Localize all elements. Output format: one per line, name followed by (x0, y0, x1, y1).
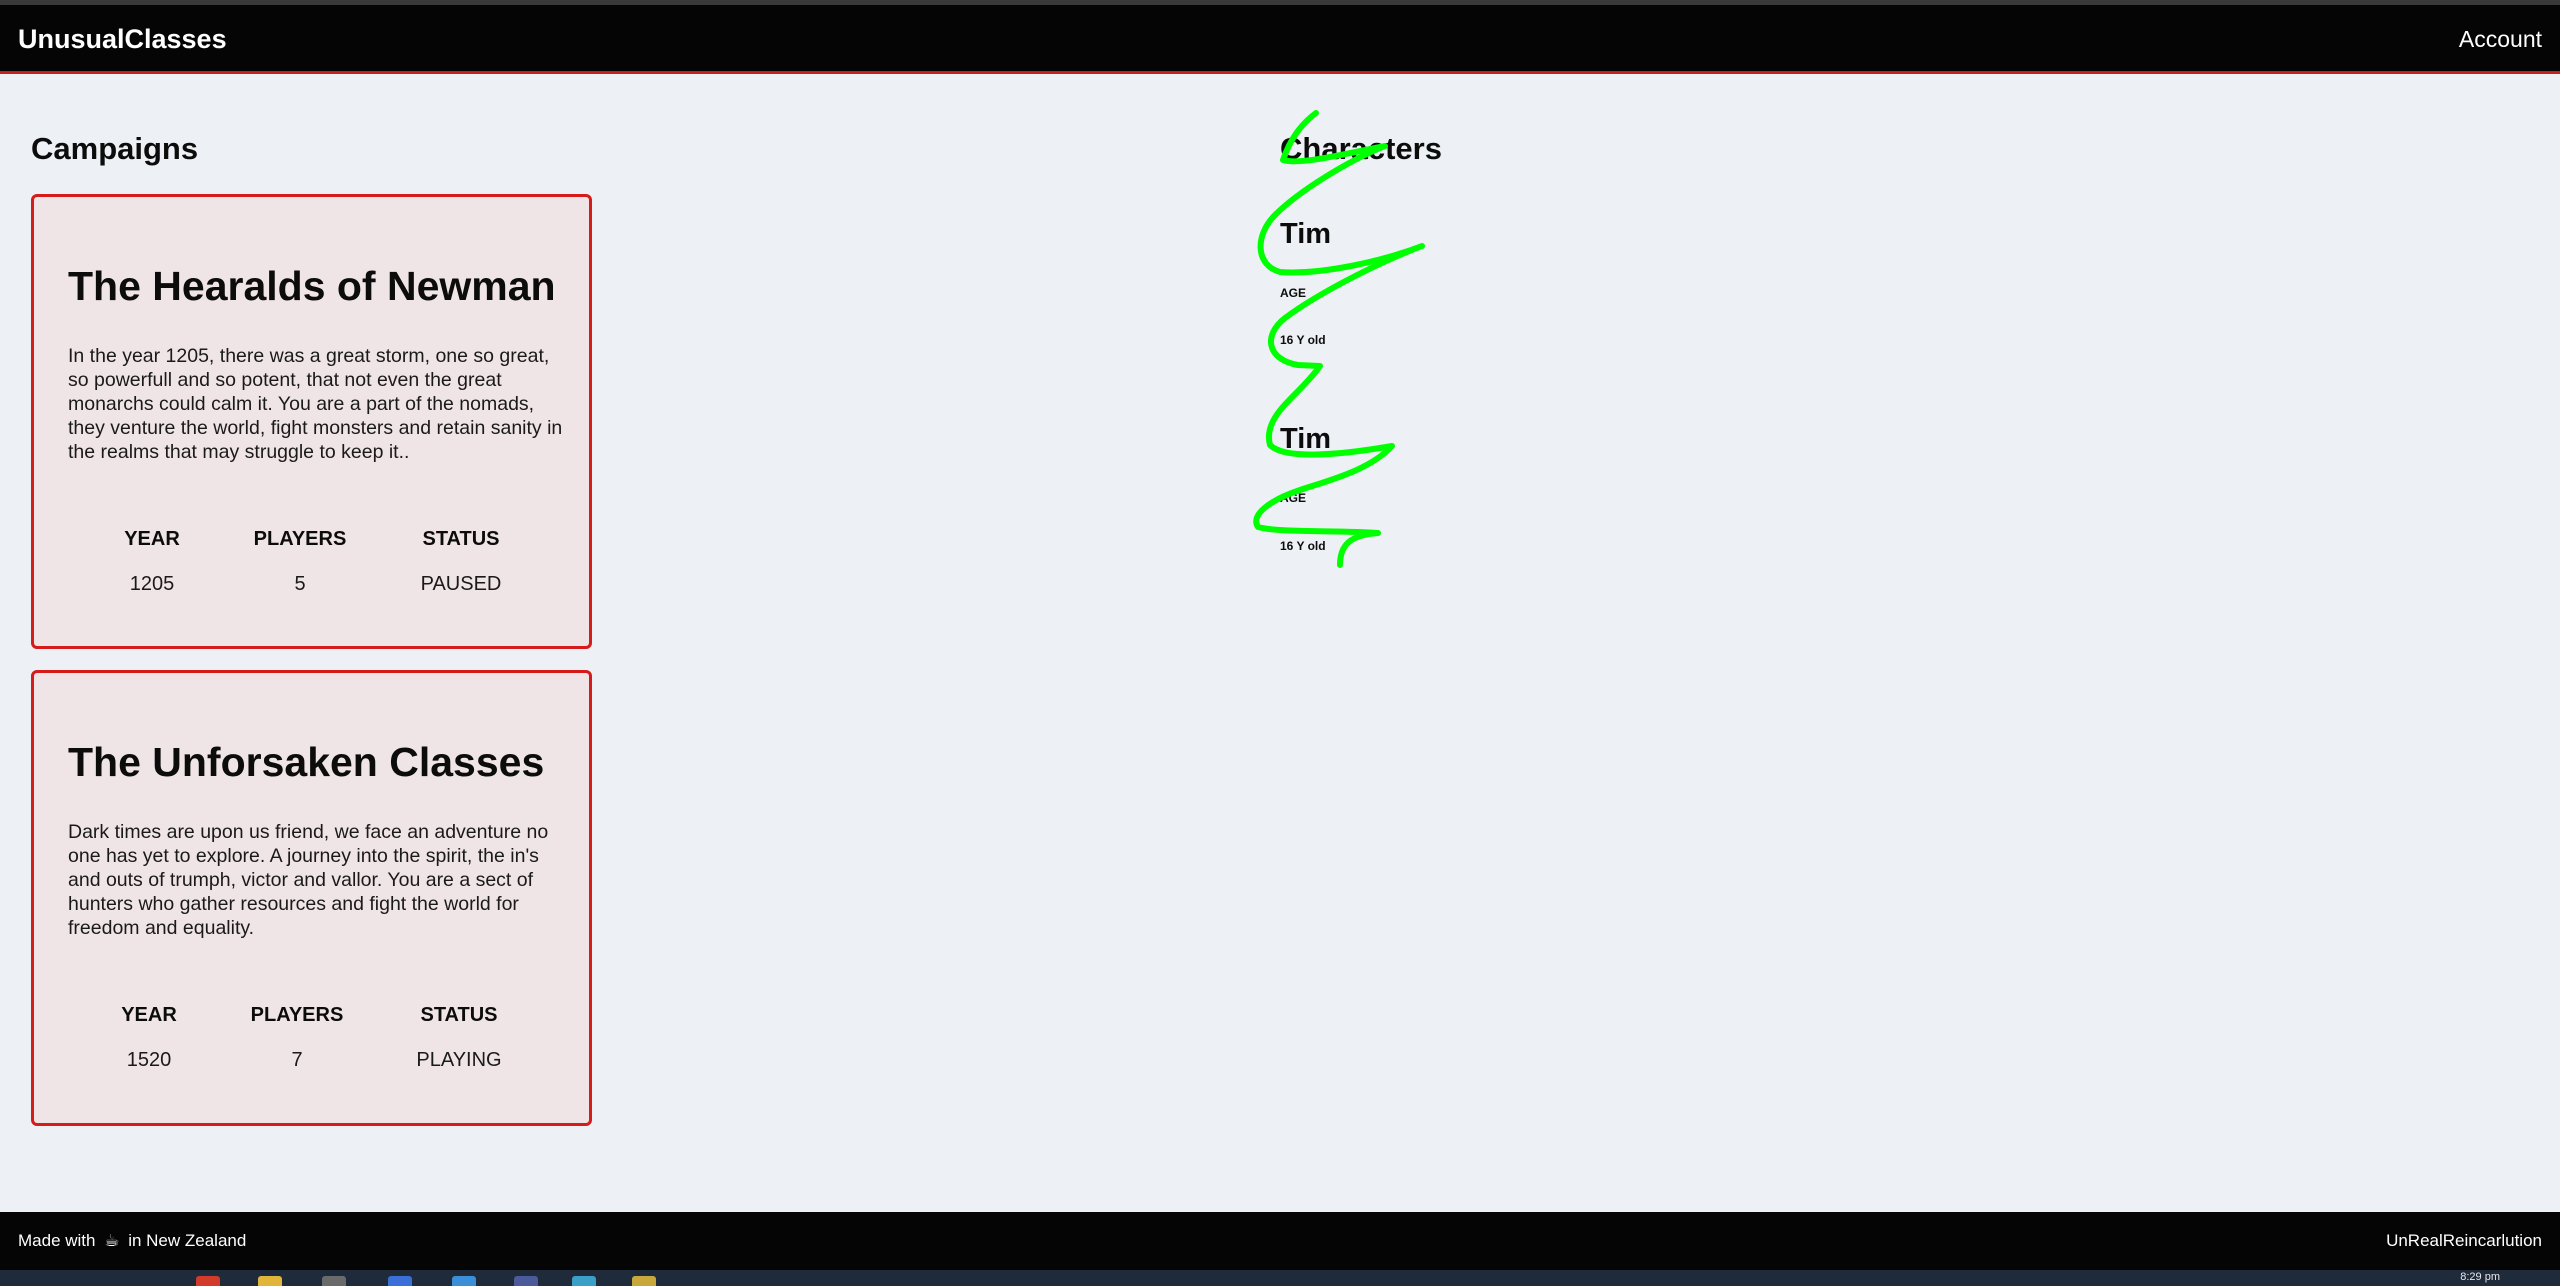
site-header: UnusualClasses Account (0, 5, 2560, 74)
location-label: in New Zealand (128, 1231, 247, 1250)
year-value: 1205 (129, 573, 175, 595)
players-label: PLAYERS (250, 1004, 344, 1026)
character-age-label: AGE (1280, 286, 1307, 300)
app-taskbar-icon[interactable] (632, 1276, 656, 1286)
coffee-icon: ☕ (104, 1231, 120, 1250)
campaign-card[interactable]: The Hearalds of Newman In the year 1205,… (31, 194, 592, 649)
character-age-value: 16 Y old (1280, 333, 1326, 347)
made-with-label: Made with (18, 1231, 96, 1250)
browser-taskbar-icon[interactable] (196, 1276, 220, 1286)
campaign-description: In the year 1205, there was a great stor… (68, 345, 563, 463)
status-label: STATUS (422, 528, 500, 550)
players-value: 7 (291, 1049, 303, 1071)
app-taskbar-icon[interactable] (322, 1276, 346, 1286)
site-footer: Made with ☕ in New Zealand UnRealReincar… (0, 1212, 2560, 1270)
players-label: PLAYERS (253, 528, 347, 550)
account-link[interactable]: Account (2459, 26, 2542, 53)
app-taskbar-icon[interactable] (452, 1276, 476, 1286)
character-age-label: AGE (1280, 491, 1307, 505)
folder-taskbar-icon[interactable] (258, 1276, 282, 1286)
year-label: YEAR (124, 528, 180, 550)
character-name: Tim (1280, 218, 1332, 250)
character-age-value: 16 Y old (1280, 539, 1326, 553)
year-value: 1520 (126, 1049, 172, 1071)
players-value: 5 (294, 573, 306, 595)
app-taskbar-icon[interactable] (572, 1276, 596, 1286)
app-taskbar-icon[interactable] (388, 1276, 412, 1286)
campaigns-heading: Campaigns (31, 131, 199, 166)
footer-credit: UnRealReincarlution (2386, 1231, 2542, 1250)
made-with-text: Made with ☕ in New Zealand (18, 1231, 246, 1251)
status-value: PLAYING (416, 1049, 502, 1071)
character-name: Tim (1280, 423, 1332, 455)
campaign-description: Dark times are upon us friend, we face a… (68, 821, 549, 939)
taskbar-clock[interactable]: 8:29 pm (2460, 1271, 2500, 1283)
status-label: STATUS (420, 1004, 498, 1026)
campaign-title: The Hearalds of Newman (68, 263, 556, 309)
os-taskbar: 8:29 pm (0, 1270, 2560, 1286)
brand-logo-link[interactable]: UnusualClasses (18, 24, 227, 55)
app-taskbar-icon[interactable] (514, 1276, 538, 1286)
campaign-card[interactable]: The Unforsaken Classes Dark times are up… (31, 670, 592, 1126)
year-label: YEAR (121, 1004, 177, 1026)
characters-heading: Characters (1280, 131, 1442, 166)
status-value: PAUSED (420, 573, 502, 595)
campaign-title: The Unforsaken Classes (68, 739, 545, 785)
